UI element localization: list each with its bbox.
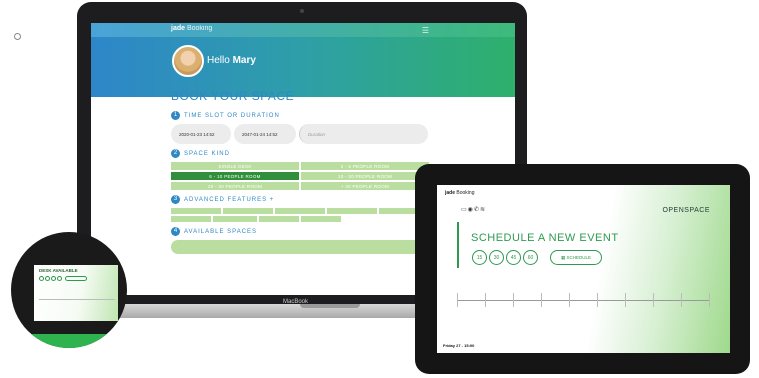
duration-button[interactable]: 45 — [506, 250, 521, 265]
logo-brand: jade — [445, 190, 456, 196]
space-kind-option[interactable]: SINGLE DESK — [171, 162, 299, 170]
greeting: Hello Mary — [207, 55, 256, 66]
mini-duration-button[interactable] — [51, 276, 56, 281]
wifi-icon: ≋ — [479, 207, 486, 213]
app-topbar: jade Booking ☰ — [91, 23, 515, 37]
duration-button[interactable]: 15 — [472, 250, 487, 265]
duration-button[interactable]: 30 — [489, 250, 504, 265]
step-number: 4 — [171, 227, 180, 236]
feature-chip[interactable] — [259, 216, 299, 222]
app-header: Hello Mary — [91, 37, 515, 97]
schedule-button[interactable]: ▦ SCHEDULE — [550, 250, 602, 265]
available-space-item[interactable] — [171, 240, 439, 254]
camera-icon — [300, 9, 304, 13]
schedule-button-label: SCHEDULE — [566, 255, 592, 260]
mini-screen: DESK AVAILABLE — [34, 265, 118, 321]
laptop-notch — [300, 304, 360, 308]
page-title: BOOK YOUR SPACE — [171, 89, 295, 103]
tablet-logo: jade Booking — [445, 190, 474, 196]
user-name: Mary — [232, 55, 256, 66]
timeline-tick — [513, 293, 514, 307]
timeline-tick — [625, 293, 626, 307]
step-number: 2 — [171, 149, 180, 158]
avatar[interactable] — [172, 45, 204, 77]
step-label: TIME SLOT OR DURATION — [184, 112, 280, 119]
feature-chip[interactable] — [301, 216, 341, 222]
space-name: OPENSPACE — [662, 207, 710, 214]
current-date: Friday 27 - 15:00 — [443, 343, 475, 348]
step-kind: 2 SPACE KIND — [171, 149, 439, 158]
feature-chip[interactable] — [275, 208, 325, 214]
duration-buttons: 15 30 45 60 ▦ SCHEDULE — [472, 250, 602, 265]
timeline-tick — [569, 293, 570, 307]
start-time-field[interactable]: 2020-01-23 14:52 — [171, 124, 231, 144]
step-label: AVAILABLE SPACES — [184, 228, 258, 235]
greeting-prefix: Hello — [207, 55, 230, 66]
feature-chip[interactable] — [223, 208, 273, 214]
space-kind-option[interactable]: + 30 PEOPLE ROOM — [301, 182, 429, 190]
end-time-field[interactable]: 2047-01-24 14:52 — [234, 124, 296, 144]
status-title: DESK AVAILABLE — [39, 268, 78, 273]
space-kind-grid: SINGLE DESK 2 - 5 PEOPLE ROOM 6 - 10 PEO… — [171, 162, 439, 190]
feature-chip[interactable] — [171, 216, 211, 222]
timeline-axis[interactable] — [457, 293, 710, 307]
step-number: 1 — [171, 111, 180, 120]
step-number: 3 — [171, 195, 180, 204]
zoom-circle: DESK AVAILABLE — [11, 232, 127, 348]
schedule-panel: SCHEDULE A NEW EVENT 15 30 45 60 ▦ SCHED… — [457, 222, 669, 268]
features-grid — [171, 208, 439, 222]
duration-field[interactable]: Duration — [299, 124, 428, 144]
timeline-tick — [541, 293, 542, 307]
space-kind-option[interactable]: 20 - 30 PEOPLE ROOM — [171, 182, 299, 190]
mini-duration-button[interactable] — [45, 276, 50, 281]
timeline-tick — [681, 293, 682, 307]
schedule-title: SCHEDULE A NEW EVENT — [471, 232, 619, 244]
booking-form: BOOK YOUR SPACE 1 TIME SLOT OR DURATION … — [171, 89, 439, 254]
duration-button[interactable]: 60 — [523, 250, 538, 265]
step-features[interactable]: 3 ADVANCED FEATURES + — [171, 195, 439, 204]
app-logo[interactable]: jade Booking — [171, 25, 212, 32]
screen-icon: ▭ — [461, 207, 468, 213]
space-kind-option[interactable]: 2 - 5 PEOPLE ROOM — [301, 162, 429, 170]
logo-product: Booking — [456, 190, 475, 196]
step-label: SPACE KIND — [184, 150, 230, 157]
mini-duration-button[interactable] — [57, 276, 62, 281]
macbook-label: MacBook — [283, 299, 309, 305]
step-available: 4 AVAILABLE SPACES — [171, 227, 439, 236]
step-label: ADVANCED FEATURES + — [184, 196, 275, 203]
indicator-dot-icon — [14, 33, 21, 40]
tablet-screen: jade Booking ▭◉✆≋ OPENSPACE SCHEDULE A N… — [437, 185, 730, 353]
mini-timeline — [39, 299, 115, 300]
mini-book-button[interactable] — [65, 276, 87, 281]
space-kind-option-selected[interactable]: 6 - 10 PEOPLE ROOM — [171, 172, 299, 180]
feature-chip[interactable] — [327, 208, 377, 214]
logo-brand: jade — [171, 25, 186, 32]
mini-duration-button[interactable] — [39, 276, 44, 281]
feature-chip[interactable] — [171, 208, 221, 214]
step-time: 1 TIME SLOT OR DURATION — [171, 111, 439, 120]
logo-product: Booking — [186, 25, 213, 32]
feature-chip[interactable] — [213, 216, 257, 222]
timeline-tick — [457, 293, 458, 307]
mini-buttons — [39, 276, 87, 281]
green-accent — [11, 334, 127, 348]
timeline-tick — [653, 293, 654, 307]
timeline-tick — [597, 293, 598, 307]
amenity-icons: ▭◉✆≋ — [461, 206, 486, 213]
timeline-tick — [709, 293, 710, 307]
hamburger-icon[interactable]: ☰ — [422, 26, 429, 35]
timeline-tick — [485, 293, 486, 307]
time-row: 2020-01-23 14:52 2047-01-24 14:52 Durati… — [171, 124, 439, 144]
space-kind-option[interactable]: 10 - 20 PEOPLE ROOM — [301, 172, 429, 180]
